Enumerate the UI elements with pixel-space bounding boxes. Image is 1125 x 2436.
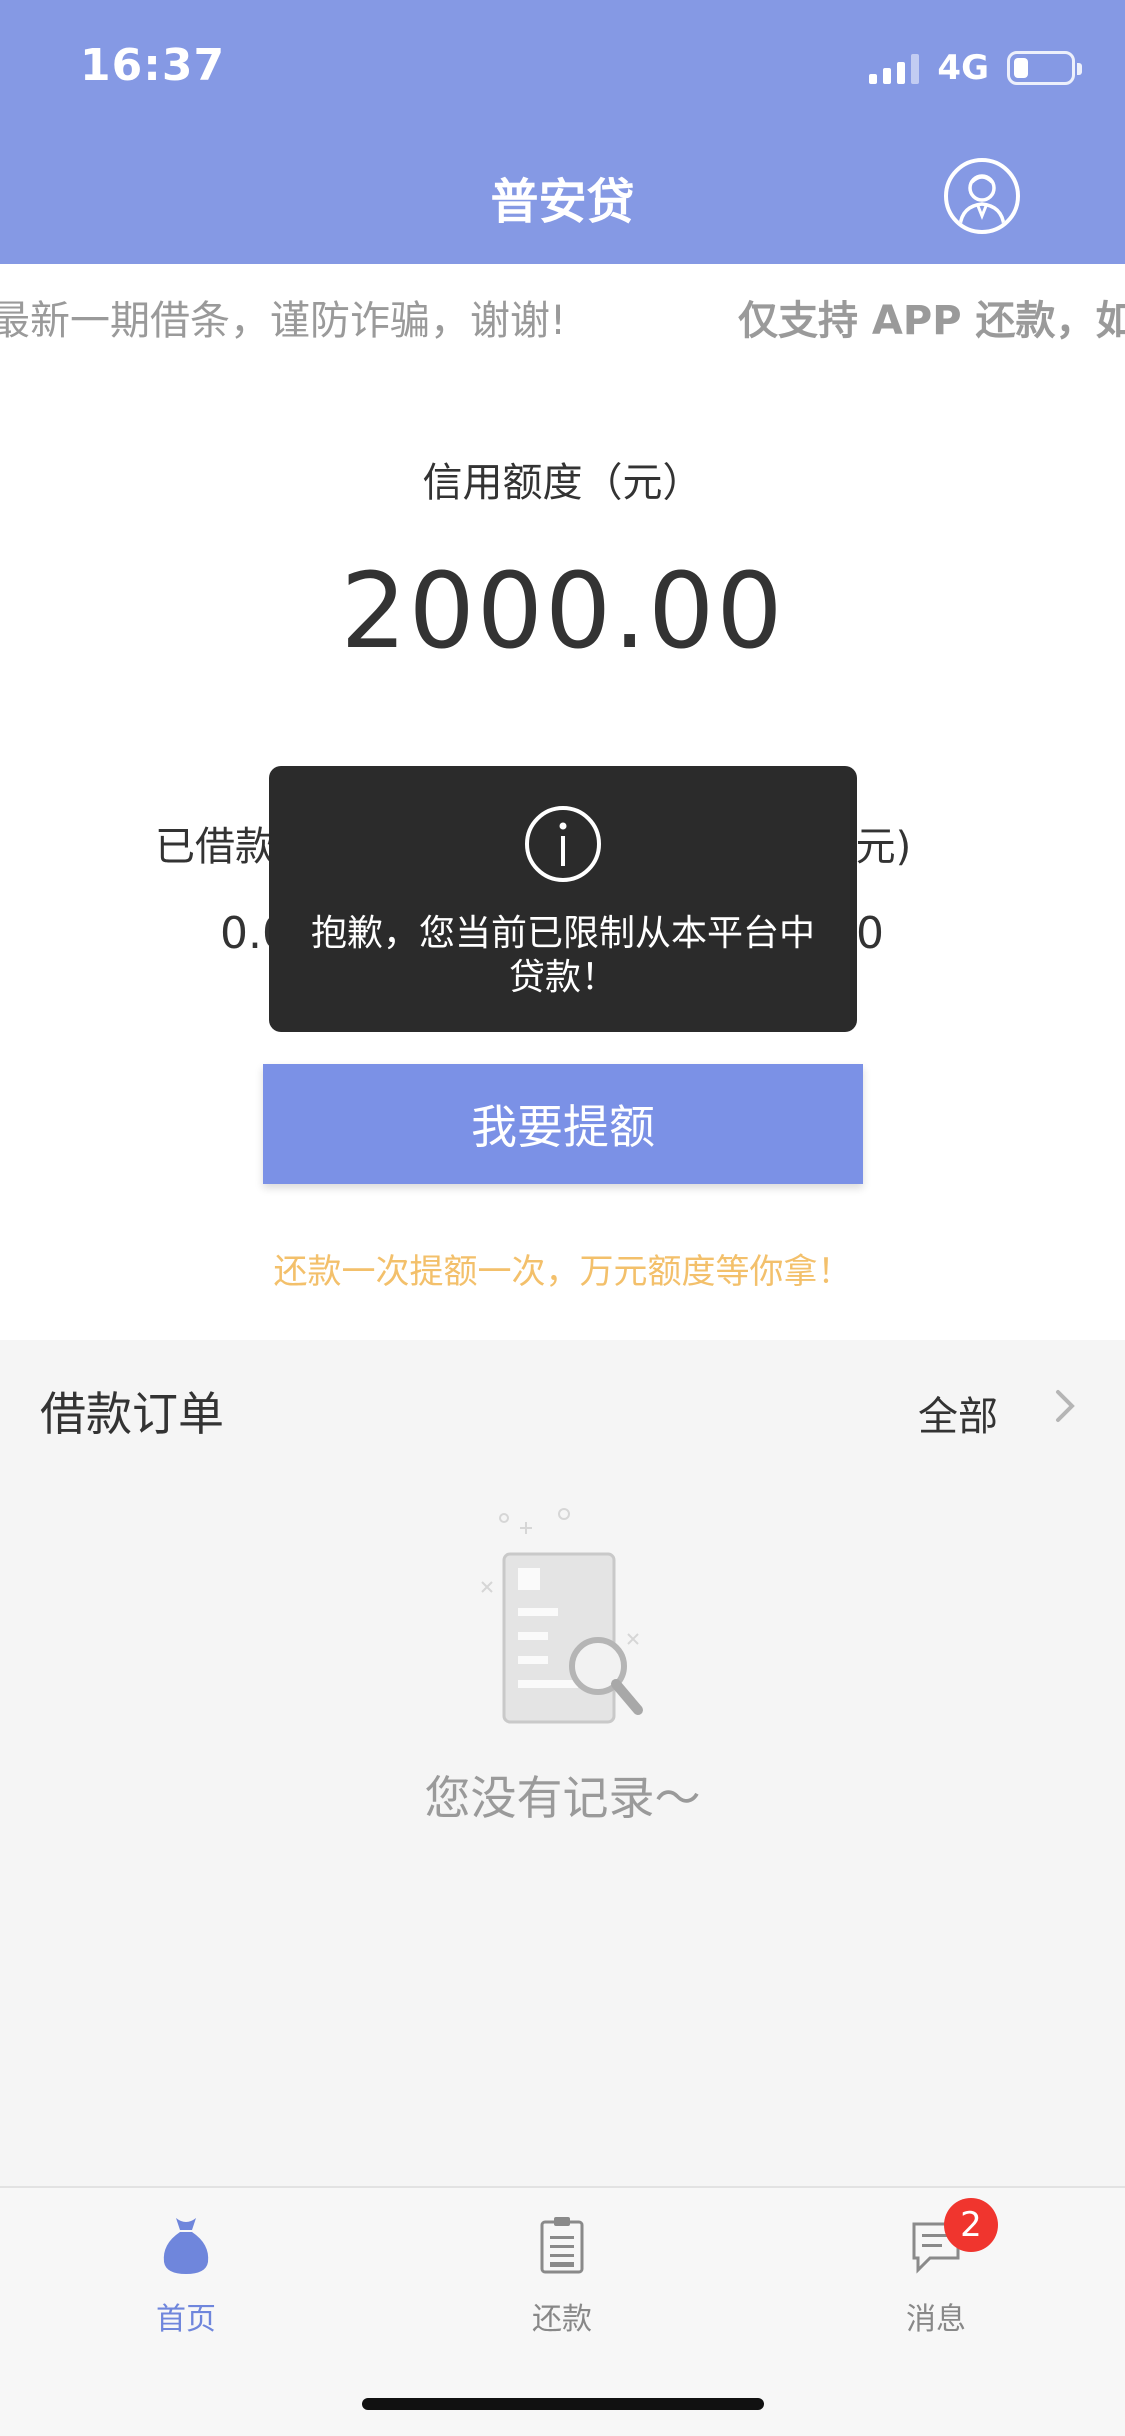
empty-records-icon [481, 1508, 643, 1724]
borrowed-label: 已借款 [155, 824, 275, 870]
network-label: 4G [937, 48, 989, 88]
tab-messages[interactable]: 消息 [836, 2214, 1036, 2338]
available-value: 0 [856, 908, 884, 959]
chevron-right-icon[interactable] [1050, 1386, 1080, 1426]
notice-text-1: 最新一期借条，谨防诈骗，谢谢! [0, 298, 567, 344]
promo-text: 还款一次提额一次，万元额度等你拿！ [273, 1252, 852, 1292]
empty-state-text: 您没有记录～ [424, 1771, 701, 1825]
toast-message: 抱歉，您当前已限制从本平台中贷款！ [310, 913, 815, 998]
header: 16:37 4G 普安贷 [0, 0, 1125, 264]
credit-limit-label: 信用额度（元） [422, 460, 703, 506]
money-bag-icon [163, 2218, 209, 2274]
profile-icon[interactable] [944, 158, 1020, 234]
page: 16:37 4G 普安贷 最新一期借条，谨防诈骗，谢谢! 仅支持 APP 还款，… [0, 0, 1125, 2436]
raise-limit-button[interactable]: 我要提额 [263, 1064, 863, 1184]
signal-icon [869, 52, 920, 84]
tab-repay[interactable]: 还款 [462, 2214, 662, 2338]
notice-text-2: 仅支持 APP 还款，如 [738, 298, 1125, 344]
home-indicator [362, 2398, 764, 2410]
notice-marquee: 最新一期借条，谨防诈骗，谢谢! 仅支持 APP 还款，如 [0, 264, 1125, 364]
message-count-badge: 2 [944, 2198, 998, 2252]
error-toast: 抱歉，您当前已限制从本平台中贷款！ [269, 766, 857, 1032]
status-indicators: 4G [869, 48, 1082, 88]
tab-repay-label: 还款 [532, 2302, 592, 2337]
credit-limit-amount: 2000.00 [340, 550, 785, 672]
status-time: 16:37 [80, 40, 226, 91]
info-icon [525, 806, 601, 882]
battery-icon [1007, 51, 1082, 85]
tab-home-label: 首页 [156, 2302, 216, 2337]
orders-all-link[interactable]: 全部 [918, 1384, 998, 1442]
orders-title: 借款订单 [40, 1387, 224, 1441]
tab-home[interactable]: 首页 [86, 2214, 286, 2338]
tab-messages-label: 消息 [906, 2302, 966, 2337]
clipboard-icon [540, 2217, 584, 2274]
